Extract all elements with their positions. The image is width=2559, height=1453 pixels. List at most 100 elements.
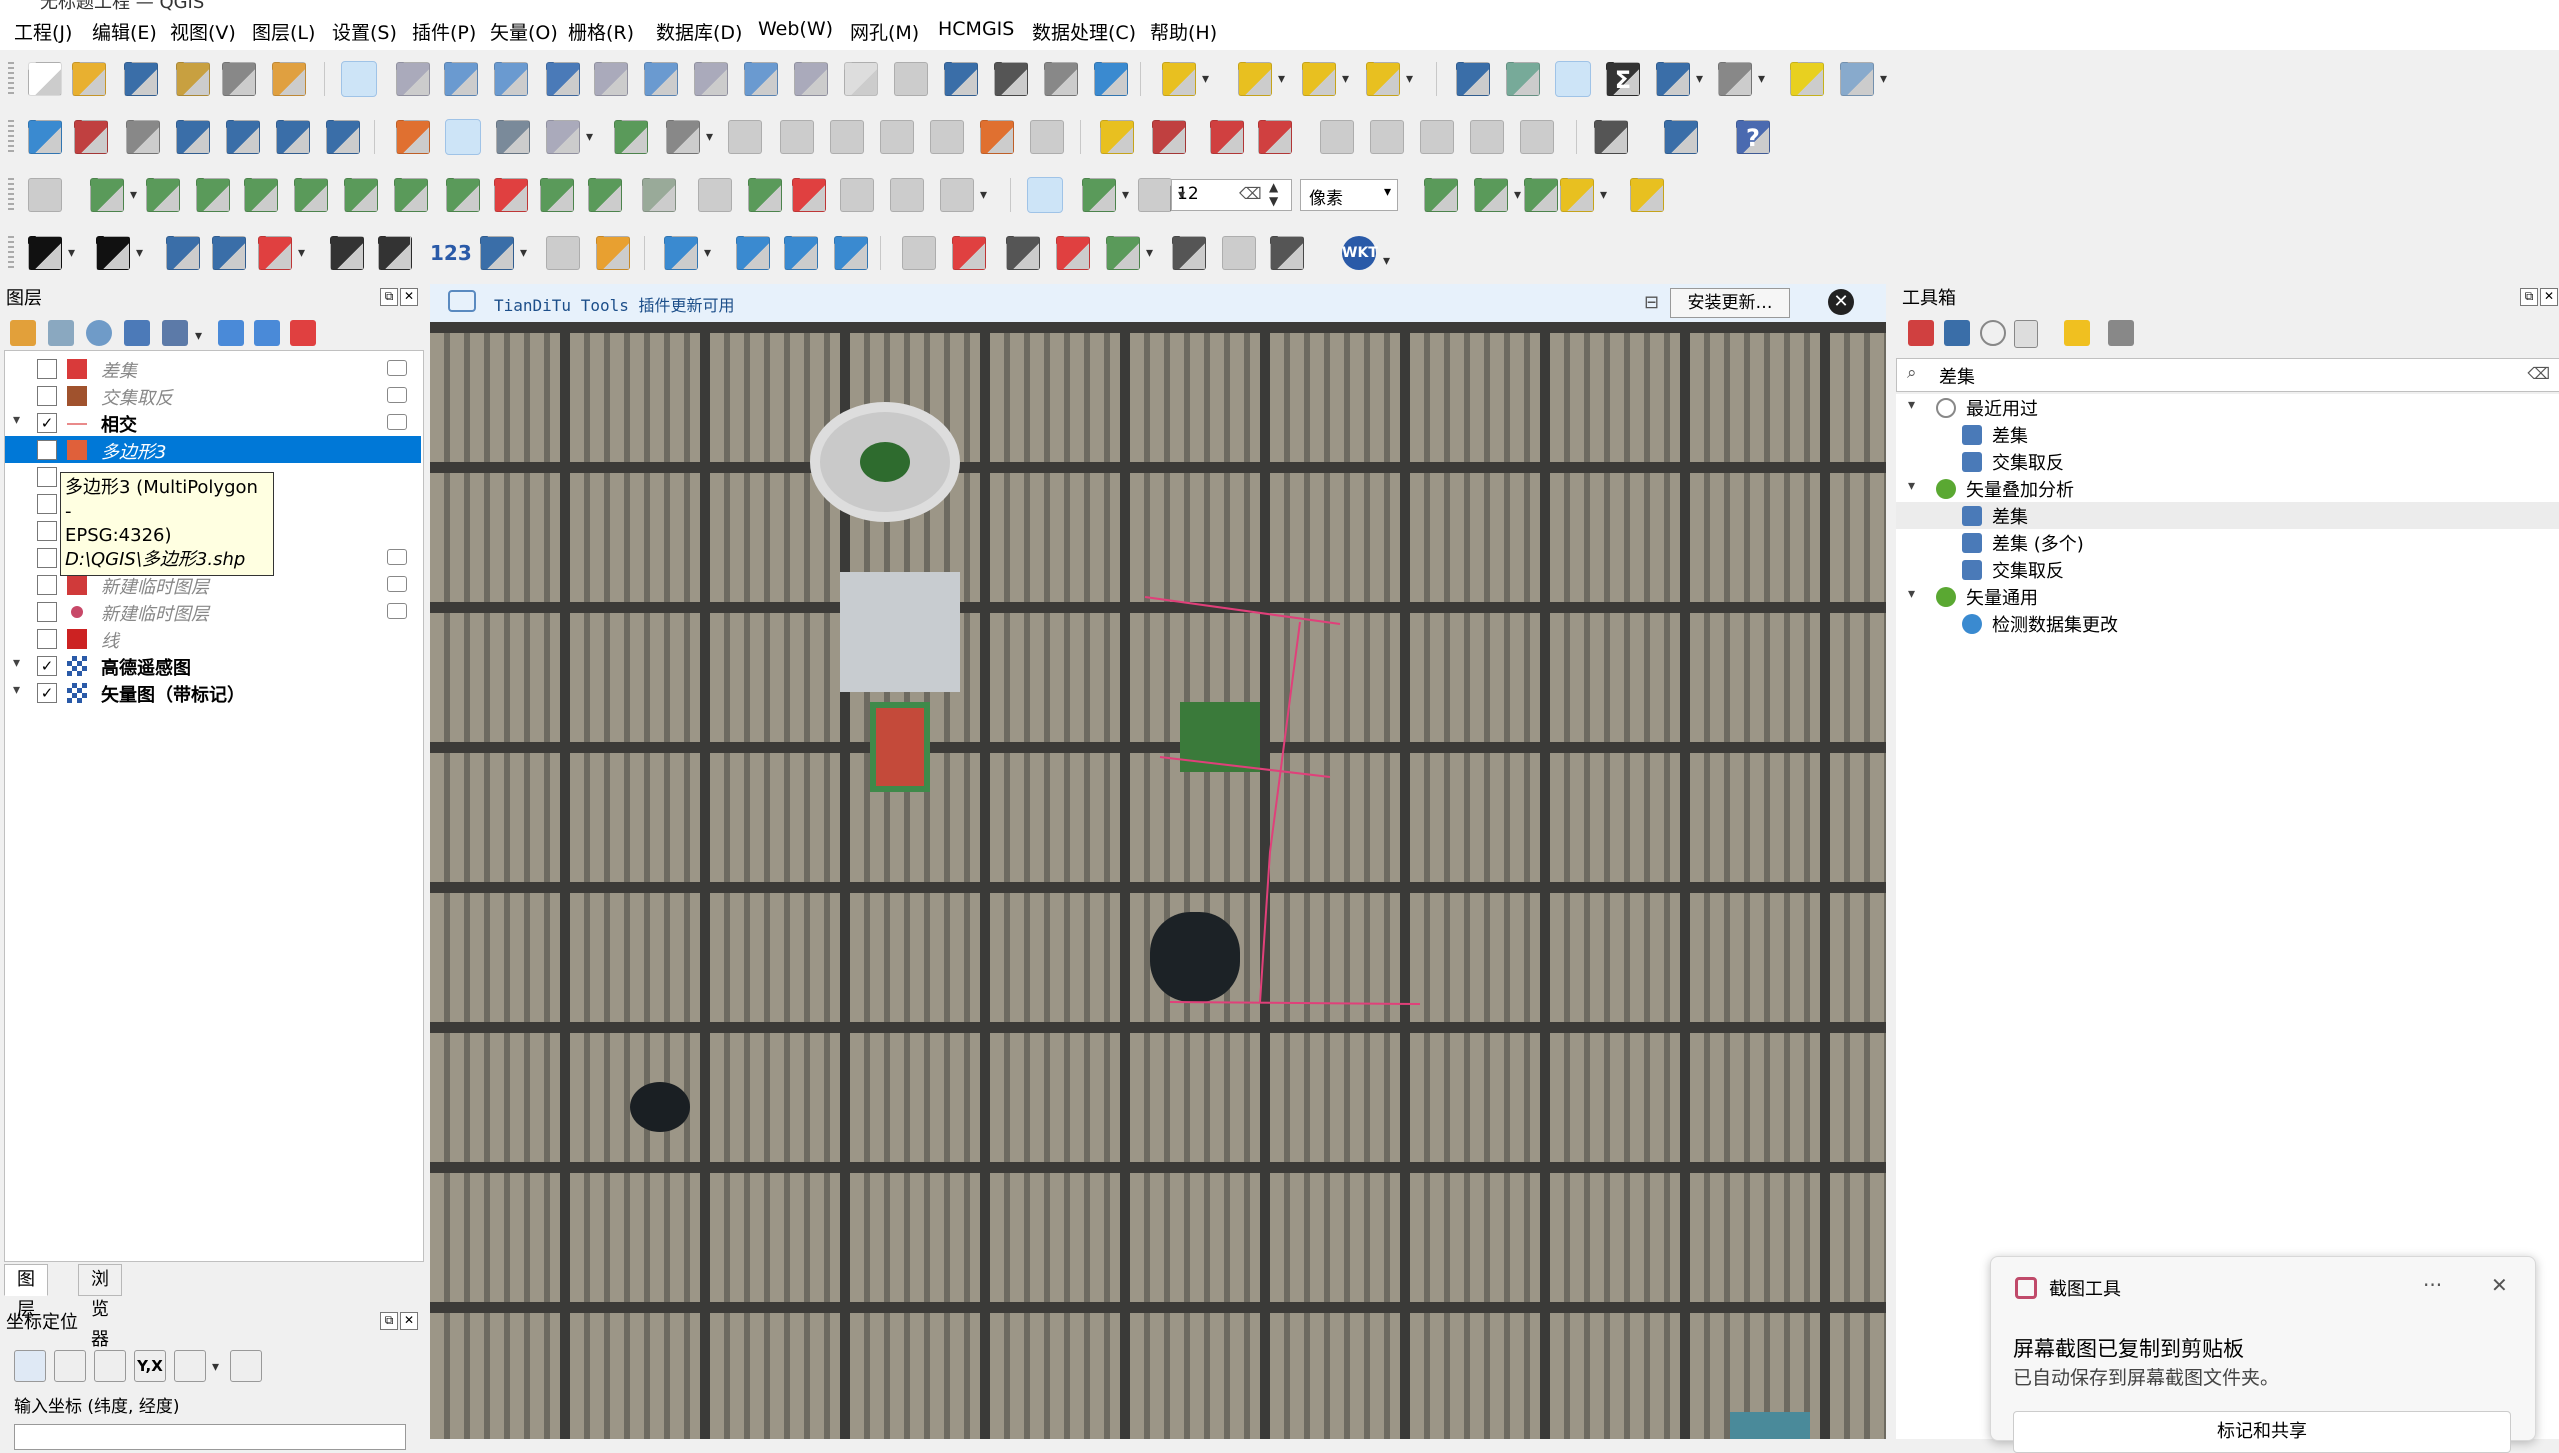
snap-line-icon[interactable]	[1630, 178, 1664, 212]
topological-editing-icon[interactable]	[1424, 178, 1458, 212]
add-wms-icon[interactable]	[276, 120, 310, 154]
node-tool-icon[interactable]	[596, 236, 630, 270]
rotate-features-icon[interactable]	[840, 178, 874, 212]
close-icon[interactable]: ✕	[400, 1312, 418, 1330]
layer-item[interactable]: ▾ ✓ 矢量图（带标记）	[5, 679, 421, 706]
memory-layer-indicator-icon[interactable]	[387, 414, 407, 430]
copy-icon[interactable]	[880, 120, 914, 154]
label-icon[interactable]	[1100, 120, 1134, 154]
menu-item-13[interactable]: 帮助(H)	[1150, 18, 1217, 45]
menu-item-12[interactable]: 数据处理(C)	[1032, 18, 1136, 45]
globe-icon[interactable]	[174, 1350, 219, 1382]
place-marker-icon[interactable]	[952, 236, 986, 270]
layer-labeling-icon[interactable]	[1210, 120, 1244, 154]
layer-visibility-checkbox[interactable]: ✓	[37, 656, 57, 676]
pin-label-icon[interactable]	[1320, 120, 1354, 154]
snap-intersection-icon[interactable]	[1474, 178, 1521, 212]
layer-visibility-checkbox[interactable]	[37, 521, 57, 541]
clear-icon[interactable]: ⌫	[2527, 364, 2550, 383]
zoom-last-icon[interactable]	[744, 62, 778, 96]
circle-icon[interactable]	[28, 236, 75, 270]
snapping-tolerance-field[interactable]: 12 ⌫ ▲ ▼	[1170, 179, 1292, 211]
edit-features-icon[interactable]	[2064, 320, 2090, 346]
expand-icon[interactable]: ▾	[13, 412, 20, 428]
memory-layer-indicator-icon[interactable]	[387, 549, 407, 565]
filter-icon[interactable]	[124, 320, 150, 346]
select-icon[interactable]	[902, 236, 936, 270]
toolbox-tree-item[interactable]: 交集取反	[1896, 556, 2559, 583]
xy-icon[interactable]	[1222, 236, 1256, 270]
snapping-unit-select[interactable]: 像素 ▾	[1300, 179, 1398, 211]
close-icon[interactable]: ✕	[1828, 289, 1854, 315]
add-part-icon[interactable]	[146, 178, 180, 212]
bookmark-icon[interactable]	[944, 62, 978, 96]
layer-visibility-checkbox[interactable]	[37, 386, 57, 406]
magnet-icon[interactable]	[1027, 177, 1063, 213]
remove-layer-icon[interactable]	[290, 320, 316, 346]
add-feature-icon[interactable]	[614, 120, 648, 154]
clear-icon[interactable]: ⌫	[1239, 184, 1262, 203]
print-layout-icon[interactable]	[222, 62, 256, 96]
layer-item[interactable]: 差集	[5, 355, 421, 382]
swap-xy-button[interactable]: Y,X	[134, 1350, 166, 1382]
snapping-mode-icon[interactable]	[1082, 178, 1129, 212]
menu-item-7[interactable]: 栅格(R)	[568, 18, 634, 45]
menu-item-8[interactable]: 数据库(D)	[656, 18, 742, 45]
float-icon[interactable]: ⧉	[2520, 288, 2538, 306]
point-tool-icon[interactable]	[258, 236, 305, 270]
history-icon[interactable]	[1980, 320, 2006, 346]
paste-icon[interactable]	[930, 120, 964, 154]
memory-layer-indicator-icon[interactable]	[387, 576, 407, 592]
modify-attributes-icon[interactable]	[728, 120, 762, 154]
add-group-icon[interactable]	[48, 320, 74, 346]
open-project-icon[interactable]	[72, 62, 106, 96]
collapse-all-icon[interactable]	[254, 320, 280, 346]
menu-item-9[interactable]: Web(W)	[758, 18, 833, 40]
add-wfs-icon[interactable]	[326, 120, 360, 154]
cut-icon[interactable]	[830, 120, 864, 154]
layer-item[interactable]: 线	[5, 625, 421, 652]
vertex-tool-icon[interactable]	[666, 120, 713, 154]
georeferencer-icon[interactable]	[1594, 120, 1628, 154]
install-update-button[interactable]: 安装更新…	[1670, 288, 1790, 318]
rotate-point-icon[interactable]	[642, 178, 676, 212]
expand-icon[interactable]: ▾	[1908, 478, 1915, 494]
redo-icon[interactable]	[1030, 120, 1064, 154]
split-features-icon[interactable]	[446, 178, 480, 212]
spin-arrows-icon[interactable]: ▲ ▼	[1269, 180, 1278, 208]
save-as-icon[interactable]	[176, 62, 210, 96]
expand-icon[interactable]: ▾	[13, 682, 20, 698]
clear-icon[interactable]	[94, 1350, 126, 1382]
rotate-label-icon[interactable]	[1470, 120, 1504, 154]
menu-item-4[interactable]: 设置(S)	[332, 18, 397, 45]
tab-layers[interactable]: 图层	[4, 1264, 48, 1320]
close-icon[interactable]: ✕	[2540, 288, 2558, 306]
style-manager-icon[interactable]	[272, 62, 306, 96]
number-tool-icon[interactable]: 123	[430, 236, 472, 270]
reshape-icon[interactable]	[344, 178, 378, 212]
zoom-in-icon[interactable]	[1006, 236, 1040, 270]
scale-features-icon[interactable]	[890, 178, 924, 212]
ruler-icon[interactable]	[378, 236, 412, 270]
layer-item[interactable]: 新建临时图层	[5, 598, 421, 625]
layer-visibility-checkbox[interactable]	[37, 602, 57, 622]
toolbox-tree-item[interactable]: 检测数据集更改	[1896, 610, 2559, 637]
new-3d-view-icon[interactable]	[894, 62, 928, 96]
menu-item-3[interactable]: 图层(L)	[252, 18, 315, 45]
deselect-icon[interactable]	[1302, 62, 1349, 96]
merge-features-icon[interactable]	[540, 178, 574, 212]
delete-selected-icon[interactable]	[780, 120, 814, 154]
menu-item-0[interactable]: 工程(J)	[14, 18, 72, 45]
close-icon[interactable]: ✕	[2491, 1273, 2508, 1297]
toolbox-tree-item[interactable]: 差集 (多个)	[1896, 529, 2559, 556]
extent-icon[interactable]	[1106, 236, 1153, 270]
show-bookmarks-icon[interactable]	[994, 62, 1028, 96]
tracing-icon[interactable]	[1560, 178, 1607, 212]
layer-item[interactable]: ▾ ✓ 相交	[5, 409, 421, 436]
memory-layer-indicator-icon[interactable]	[387, 360, 407, 376]
locator-icon[interactable]	[1840, 62, 1887, 96]
toolbox-tree-item[interactable]: ▾ 矢量叠加分析	[1896, 475, 2559, 502]
identify-icon[interactable]	[1456, 62, 1490, 96]
simplify-icon[interactable]	[698, 178, 732, 212]
attribute-table-icon[interactable]	[1506, 62, 1540, 96]
